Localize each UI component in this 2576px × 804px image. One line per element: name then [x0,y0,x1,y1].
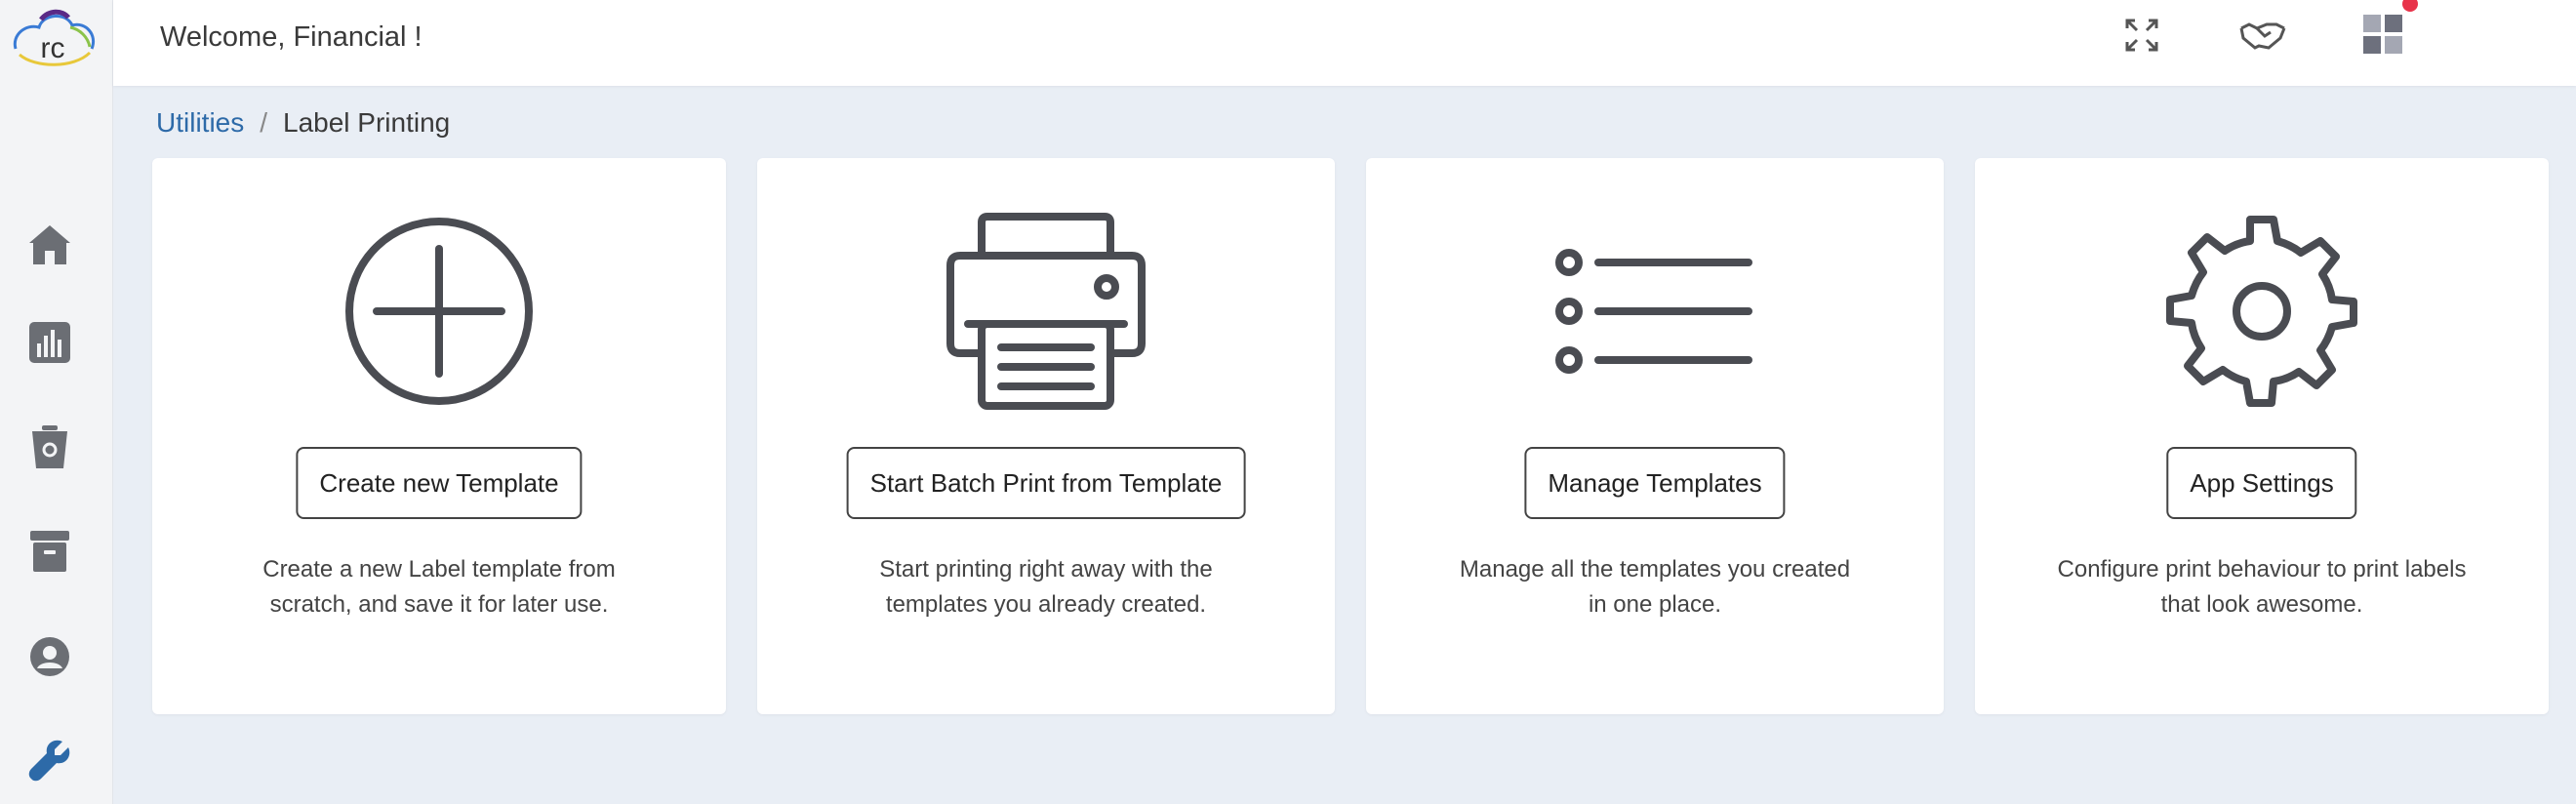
bar-chart-icon [29,321,70,368]
card-manage-templates: Manage Templates Manage all the template… [1366,158,1944,714]
partners-button[interactable] [2238,16,2287,59]
expand-icon [2125,19,2158,57]
list-icon [1366,213,1944,410]
home-icon [27,223,72,271]
create-template-button[interactable]: Create new Template [296,447,583,519]
card-description: Manage all the templates you created in … [1459,556,1851,618]
sidebar-item-bin[interactable] [25,424,74,475]
wrench-icon [27,738,72,787]
breadcrumb-current: Label Printing [283,107,451,138]
top-header: Welcome, Financial ! [113,0,2576,86]
sidebar: rc [0,0,113,804]
notification-dot [2402,0,2418,12]
archive-box-icon [30,530,69,577]
printer-icon [757,213,1335,410]
logo-text: rc [41,32,65,64]
card-create-template: Create new Template Create a new Label t… [152,158,726,714]
grid-icon [2363,14,2404,60]
card-description: Start printing right away with the templ… [879,556,1213,618]
apps-grid-button[interactable] [2359,14,2408,60]
fullscreen-button[interactable] [2117,16,2166,59]
app-settings-button[interactable]: App Settings [2166,447,2357,519]
settings-badge-icon [28,635,71,683]
welcome-message: Welcome, Financial ! [160,21,423,53]
plus-circle-icon [152,213,726,410]
sidebar-item-archive[interactable] [25,529,74,578]
card-description: Configure print behaviour to print label… [2057,556,2467,618]
card-app-settings: App Settings Configure print behaviour t… [1975,158,2549,714]
breadcrumb-utilities-link[interactable]: Utilities [156,105,244,141]
sidebar-item-admin[interactable] [25,634,74,683]
batch-print-button[interactable]: Start Batch Print from Template [846,447,1246,519]
breadcrumb: Utilities / Label Printing [156,105,450,141]
handshake-icon [2239,20,2286,55]
card-batch-print: Start Batch Print from Template Start pr… [757,158,1335,714]
sidebar-item-home[interactable] [25,222,74,271]
card-description: Create a new Label template from scratch… [262,556,616,618]
sidebar-item-reports[interactable] [25,320,74,369]
app-logo[interactable]: rc [6,6,100,74]
manage-templates-button[interactable]: Manage Templates [1524,447,1786,519]
trash-bin-icon [30,424,69,475]
breadcrumb-separator: / [260,107,268,138]
gear-icon [1975,213,2549,410]
sidebar-item-utilities[interactable] [25,738,74,786]
